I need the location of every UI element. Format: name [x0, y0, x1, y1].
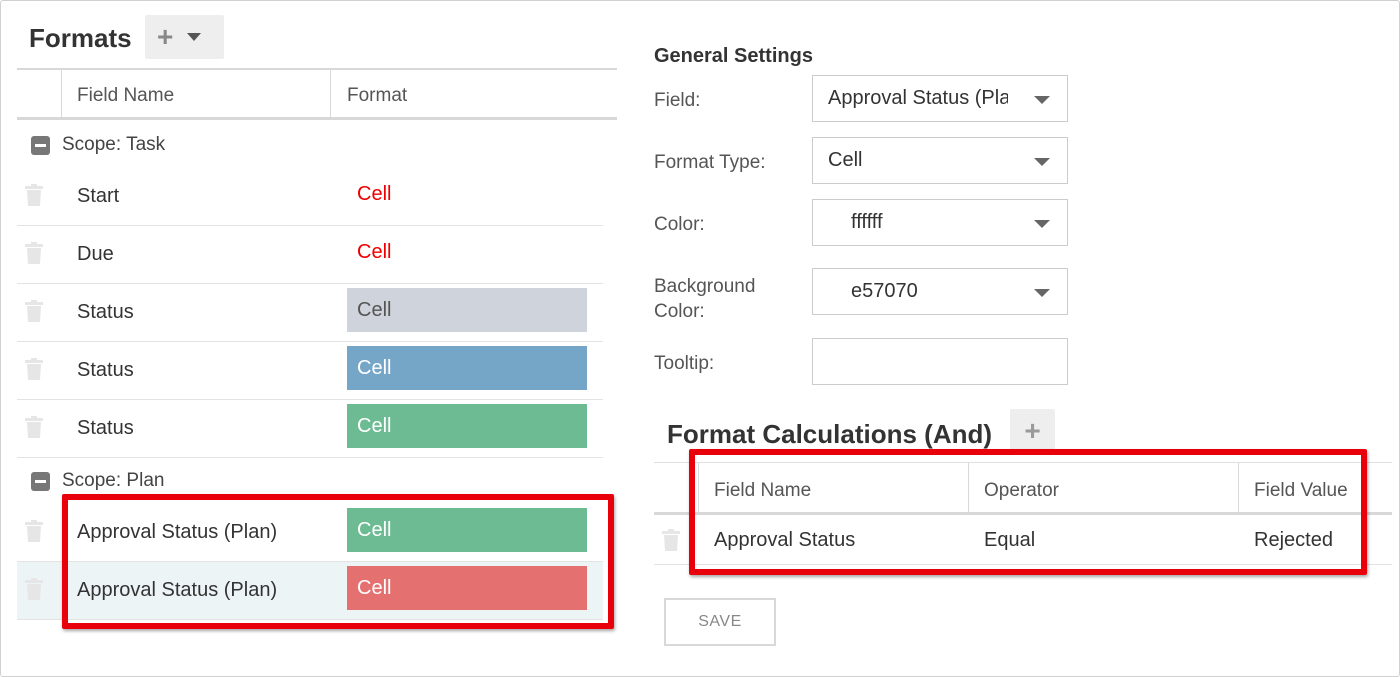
scope-group-plan[interactable]: Scope: Plan: [17, 455, 164, 507]
format-row-selected[interactable]: Approval Status (Plan) Cell: [17, 562, 603, 620]
format-row[interactable]: Status Cell: [17, 400, 603, 458]
tooltip-input[interactable]: [812, 338, 1068, 385]
calculation-row[interactable]: Approval Status Equal Rejected: [654, 515, 1392, 565]
add-calculation-button[interactable]: +: [1010, 409, 1055, 453]
background-color-label: Background Color:: [654, 276, 756, 322]
format-cell-swatch: Cell: [357, 182, 392, 205]
plus-icon[interactable]: +: [157, 23, 173, 51]
field-select-value: Approval Status (Plan): [828, 87, 1008, 109]
format-calculations-title: Format Calculations (And): [667, 419, 993, 449]
field-name: Due: [77, 243, 114, 265]
caret-down-icon[interactable]: [187, 33, 202, 41]
field-select[interactable]: Approval Status (Plan): [812, 75, 1068, 122]
plus-icon[interactable]: +: [1024, 415, 1040, 447]
format-type-label: Format Type:: [654, 152, 766, 173]
column-header-operator[interactable]: Operator: [984, 480, 1059, 502]
color-label: Color:: [654, 214, 705, 235]
calc-field-name: Approval Status: [714, 529, 856, 551]
formats-grid: Field Name Format: [17, 68, 617, 120]
format-calculations-grid: Field Name Operator Field Value Approval…: [654, 462, 1392, 565]
caret-down-icon[interactable]: [1034, 289, 1050, 297]
collapse-icon[interactable]: [31, 135, 50, 155]
format-row[interactable]: Status Cell: [17, 342, 603, 400]
calculations-grid-header: Field Name Operator Field Value: [654, 462, 1392, 515]
format-cell-swatch: Cell: [347, 404, 587, 448]
add-format-split-button[interactable]: +: [145, 15, 224, 59]
field-name: Status: [77, 301, 134, 323]
scope-group-task[interactable]: Scope: Task: [17, 119, 165, 171]
format-cell-swatch: Cell: [347, 346, 587, 390]
caret-down-icon[interactable]: [1034, 158, 1050, 166]
formats-title: Formats: [29, 23, 132, 53]
format-row[interactable]: Status Cell: [17, 284, 603, 342]
calc-operator: Equal: [984, 529, 1036, 551]
column-header-format[interactable]: Format: [347, 85, 407, 107]
field-name: Approval Status (Plan): [77, 521, 278, 543]
column-header-field-value[interactable]: Field Value: [1254, 480, 1348, 502]
field-name: Status: [77, 417, 134, 439]
collapse-icon[interactable]: [31, 471, 50, 491]
field-name: Status: [77, 359, 134, 381]
trash-icon[interactable]: [25, 184, 43, 206]
trash-icon[interactable]: [662, 529, 680, 551]
save-button[interactable]: SAVE: [664, 598, 776, 646]
trash-icon[interactable]: [25, 520, 43, 542]
background-color-value: e57070: [851, 280, 918, 302]
format-cell-swatch: Cell: [347, 508, 587, 552]
trash-icon[interactable]: [25, 300, 43, 322]
tooltip-label: Tooltip:: [654, 353, 715, 374]
scope-label: Scope: Plan: [62, 470, 165, 491]
caret-down-icon[interactable]: [1034, 220, 1050, 228]
calc-field-value: Rejected: [1254, 529, 1333, 551]
format-type-value: Cell: [828, 149, 863, 171]
format-type-select[interactable]: Cell: [812, 137, 1068, 184]
color-picker[interactable]: ffffff: [812, 199, 1068, 246]
background-color-picker[interactable]: e57070: [812, 268, 1068, 315]
field-name: Start: [77, 185, 120, 207]
trash-icon[interactable]: [25, 416, 43, 438]
trash-icon[interactable]: [25, 242, 43, 264]
format-row[interactable]: Due Cell: [17, 226, 603, 284]
format-cell-swatch: Cell: [347, 288, 587, 332]
trash-icon[interactable]: [25, 358, 43, 380]
field-name: Approval Status (Plan): [77, 579, 278, 601]
format-cell-swatch: Cell: [347, 566, 587, 610]
caret-down-icon[interactable]: [1034, 96, 1050, 104]
formats-window: Formats + Field Name Format Scope: Task …: [0, 0, 1400, 677]
color-value: ffffff: [851, 211, 883, 233]
column-header-field-name[interactable]: Field Name: [77, 85, 174, 107]
format-cell-swatch: Cell: [357, 240, 392, 263]
column-header-field-name[interactable]: Field Name: [714, 480, 811, 502]
scope-label: Scope: Task: [62, 134, 166, 155]
trash-icon[interactable]: [25, 578, 43, 600]
format-row[interactable]: Start Cell: [17, 168, 603, 226]
general-settings-title: General Settings: [654, 45, 813, 67]
formats-grid-header: Field Name Format: [17, 68, 617, 120]
field-label: Field:: [654, 90, 701, 111]
format-row[interactable]: Approval Status (Plan) Cell: [17, 504, 603, 562]
